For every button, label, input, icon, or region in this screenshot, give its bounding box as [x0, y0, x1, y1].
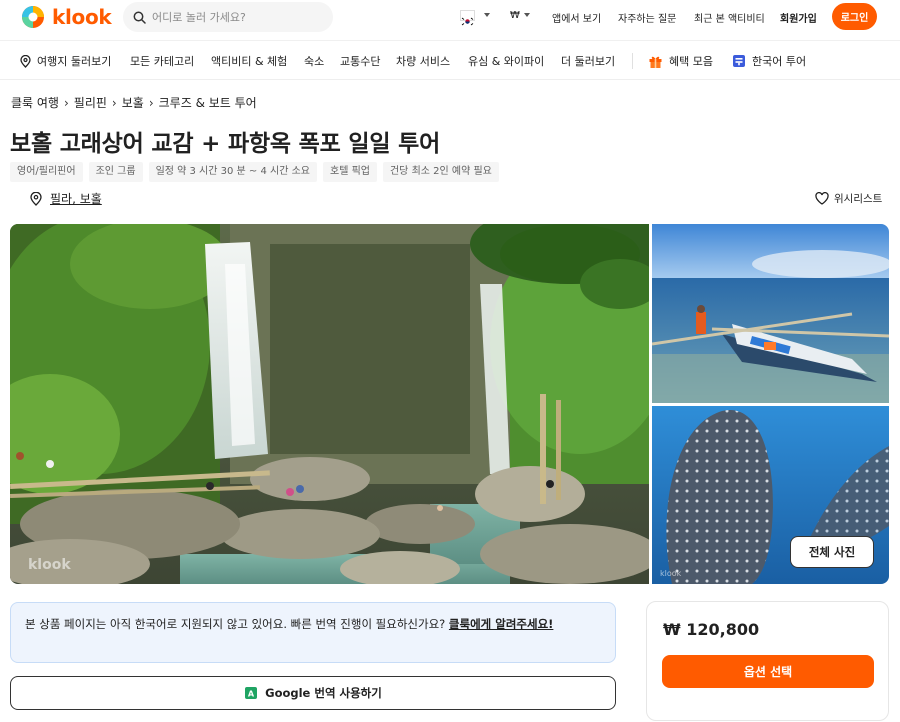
chevron-right-icon: › — [148, 95, 154, 110]
notice-text: 본 상품 페이지는 아직 한국어로 지원되지 않고 있어요. 빠른 번역 진행이… — [25, 617, 449, 631]
google-translate-icon: A — [245, 687, 258, 699]
tag-min-booking: 건당 최소 2인 예약 필요 — [382, 162, 499, 182]
price-card: ₩ 120,800 옵션 선택 — [646, 601, 889, 721]
translation-notice: 본 상품 페이지는 아직 한국어로 지원되지 않고 있어요. 빠른 번역 진행이… — [10, 602, 616, 663]
gallery-watermark: klook — [28, 557, 71, 573]
location-pin-icon — [30, 191, 42, 206]
nav-item-car-services[interactable]: 차량 서비스 — [396, 53, 450, 69]
language-flag-icon[interactable] — [460, 10, 475, 26]
select-option-button[interactable]: 옵션 선택 — [662, 655, 874, 688]
nav-item-transport[interactable]: 교통수단 — [340, 53, 380, 69]
location-text: 필라, 보홀 — [50, 192, 102, 206]
search-bar[interactable] — [123, 2, 333, 32]
view-all-photos-button[interactable]: 전체 사진 — [790, 536, 874, 568]
nav-item-label: 혜택 모음 — [669, 55, 713, 68]
gallery-main-photo[interactable]: klook — [10, 224, 649, 584]
nav-item-stays[interactable]: 숙소 — [304, 53, 324, 69]
logo-wordmark: klook — [52, 5, 112, 29]
faq-link[interactable]: 자주하는 질문 — [618, 10, 676, 25]
wishlist-button[interactable]: 위시리스트 — [815, 191, 882, 206]
google-translate-button[interactable]: A Google 번역 사용하기 — [10, 676, 616, 710]
currency-dropdown[interactable]: ₩ — [510, 10, 530, 21]
chevron-right-icon: › — [63, 95, 69, 110]
location-link[interactable]: 필라, 보홀 — [30, 190, 102, 207]
login-button[interactable]: 로그인 — [832, 3, 877, 30]
nav-item-sim-wifi[interactable]: 유심 & 와이파이 — [468, 53, 544, 69]
top-header: klook ₩ 앱에서 보기 자주하는 질문 최근 본 액티비티 회원가입 로그… — [0, 0, 900, 40]
tag-duration: 일정 약 3 시간 30 분 ~ 4 시간 소요 — [148, 162, 317, 182]
nav-item-activities[interactable]: 액티비티 & 체험 — [211, 53, 287, 69]
nav-item-deals[interactable]: 혜택 모음 — [648, 53, 713, 69]
svg-text:A: A — [248, 690, 255, 699]
tag-pickup: 호텔 픽업 — [323, 162, 377, 182]
tag-language: 영어/필리핀어 — [10, 162, 83, 182]
location-pin-icon — [20, 54, 31, 68]
signup-link[interactable]: 회원가입 — [780, 10, 817, 25]
price-amount: ₩ 120,800 — [663, 620, 760, 639]
nav-item-destinations[interactable]: 여행지 둘러보기 — [20, 53, 111, 69]
search-icon — [133, 11, 146, 24]
korean-tour-icon — [733, 55, 745, 67]
gallery-watermark: klook — [660, 569, 682, 578]
google-translate-label: Google 번역 사용하기 — [265, 686, 382, 700]
nav-item-label: 여행지 둘러보기 — [37, 55, 112, 68]
gift-icon — [649, 56, 662, 68]
tag-group: 조인 그룹 — [88, 162, 143, 182]
breadcrumb-item[interactable]: 클룩 여행 — [11, 94, 59, 111]
currency-label: ₩ — [510, 10, 520, 21]
recent-activities-link[interactable]: 최근 본 액티비티 — [694, 10, 765, 25]
nav-item-all-categories[interactable]: 모든 카테고리 — [130, 53, 194, 69]
wishlist-label: 위시리스트 — [834, 193, 883, 205]
category-nav: 여행지 둘러보기 모든 카테고리 액티비티 & 체험 숙소 교통수단 차량 서비… — [0, 40, 900, 80]
notice-report-link[interactable]: 클룩에게 알려주세요! — [449, 617, 553, 631]
nav-item-korean-tour[interactable]: 한국어 투어 — [732, 53, 806, 69]
breadcrumb-item[interactable]: 필리핀 — [74, 94, 107, 111]
activity-tags: 영어/필리핀어 조인 그룹 일정 약 3 시간 30 분 ~ 4 시간 소요 호… — [10, 162, 505, 182]
page-title: 보홀 고래상어 교감 + 파항옥 폭포 일일 투어 — [10, 131, 441, 157]
waterfall-photo: klook — [10, 224, 649, 584]
chevron-down-icon — [484, 13, 490, 17]
nav-item-more[interactable]: 더 둘러보기 — [561, 53, 615, 69]
klook-logo[interactable]: klook — [20, 4, 112, 30]
search-input[interactable] — [152, 10, 312, 24]
breadcrumb-item[interactable]: 보홀 — [122, 94, 144, 111]
language-dropdown[interactable] — [480, 10, 490, 21]
app-link[interactable]: 앱에서 보기 — [552, 10, 601, 25]
chevron-right-icon: › — [111, 95, 117, 110]
chevron-down-icon — [523, 13, 530, 17]
nav-item-label: 한국어 투어 — [752, 55, 807, 68]
nav-divider — [632, 53, 633, 69]
gallery-boat-photo[interactable] — [652, 224, 889, 403]
breadcrumb: 클룩 여행 › 필리핀 › 보홀 › 크루즈 & 보트 투어 — [11, 94, 257, 111]
boat-photo — [652, 224, 889, 403]
klook-logo-icon — [22, 6, 44, 28]
heart-icon — [815, 192, 829, 205]
breadcrumb-item[interactable]: 크루즈 & 보트 투어 — [159, 94, 257, 111]
